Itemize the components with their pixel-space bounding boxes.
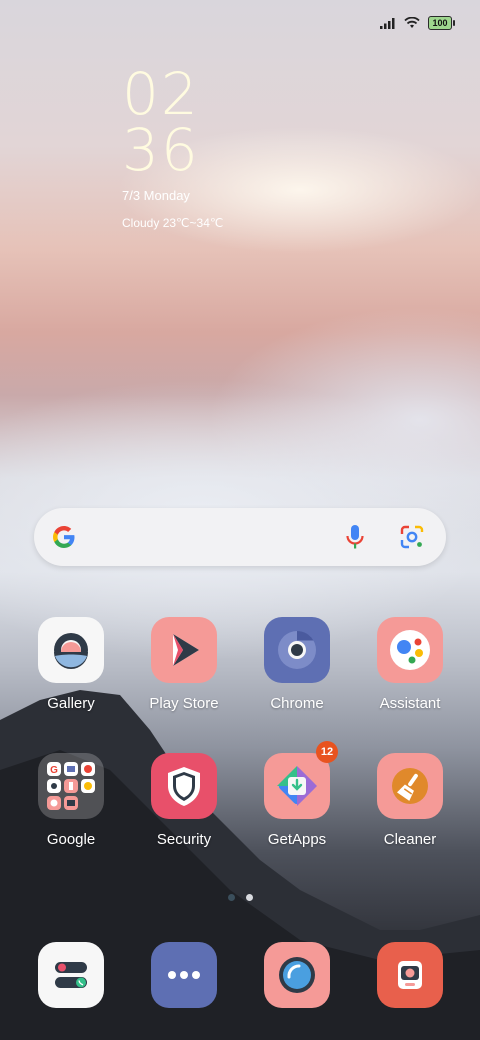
page-dot — [246, 894, 253, 901]
google-g-icon — [53, 526, 75, 548]
broom-icon — [377, 753, 443, 819]
clock-date: 7/3 Monday — [122, 188, 190, 203]
gallery-icon — [38, 617, 104, 683]
phone-icon — [38, 942, 104, 1008]
app-label: Security — [156, 831, 212, 848]
notification-badge: 12 — [316, 741, 338, 763]
dock-camera[interactable] — [362, 942, 458, 1008]
message-dots-icon — [151, 942, 217, 1008]
app-gallery[interactable]: Gallery — [23, 617, 119, 712]
status-bar: 100 — [380, 16, 455, 30]
app-getapps[interactable]: 12 GetApps — [249, 741, 345, 848]
folder-google[interactable]: G Google — [23, 753, 119, 848]
page-dot-active — [228, 894, 235, 901]
chrome-icon — [264, 617, 330, 683]
shield-icon — [151, 753, 217, 819]
wifi-icon — [404, 17, 420, 28]
app-label: Play Store — [149, 695, 219, 712]
app-chrome[interactable]: Chrome — [249, 617, 345, 712]
assistant-icon — [377, 617, 443, 683]
app-label: Chrome — [270, 695, 324, 712]
signal-icon — [380, 18, 395, 29]
microphone-icon[interactable] — [344, 523, 366, 551]
dock-phone[interactable] — [23, 942, 119, 1008]
clock-hours: 02 — [122, 60, 200, 128]
dock-browser[interactable] — [249, 942, 345, 1008]
app-label: GetApps — [267, 831, 327, 848]
svg-text:G: G — [50, 765, 58, 776]
clock-widget[interactable]: 02 36 7/3 Monday Cloudy 23℃~34℃ — [122, 60, 224, 230]
weather-text: Cloudy 23℃~34℃ — [122, 216, 224, 230]
browser-icon — [264, 942, 330, 1008]
app-cleaner[interactable]: Cleaner — [362, 753, 458, 848]
google-folder-icon: G — [38, 753, 104, 819]
camera-icon — [377, 942, 443, 1008]
app-play-store[interactable]: Play Store — [136, 617, 232, 712]
app-label: Assistant — [379, 695, 441, 712]
play-store-icon — [151, 617, 217, 683]
app-security[interactable]: Security — [136, 753, 232, 848]
app-assistant[interactable]: Assistant — [362, 617, 458, 712]
google-lens-icon[interactable] — [398, 523, 426, 551]
dock-messages[interactable] — [136, 942, 232, 1008]
clock-minutes: 36 — [122, 116, 200, 184]
battery-indicator: 100 — [428, 16, 455, 30]
app-label: Gallery — [47, 695, 95, 712]
getapps-icon: 12 — [264, 741, 338, 819]
page-indicator — [228, 894, 253, 901]
app-label: Cleaner — [383, 831, 437, 848]
app-label: Google — [46, 831, 96, 848]
google-search-bar[interactable] — [34, 508, 446, 566]
